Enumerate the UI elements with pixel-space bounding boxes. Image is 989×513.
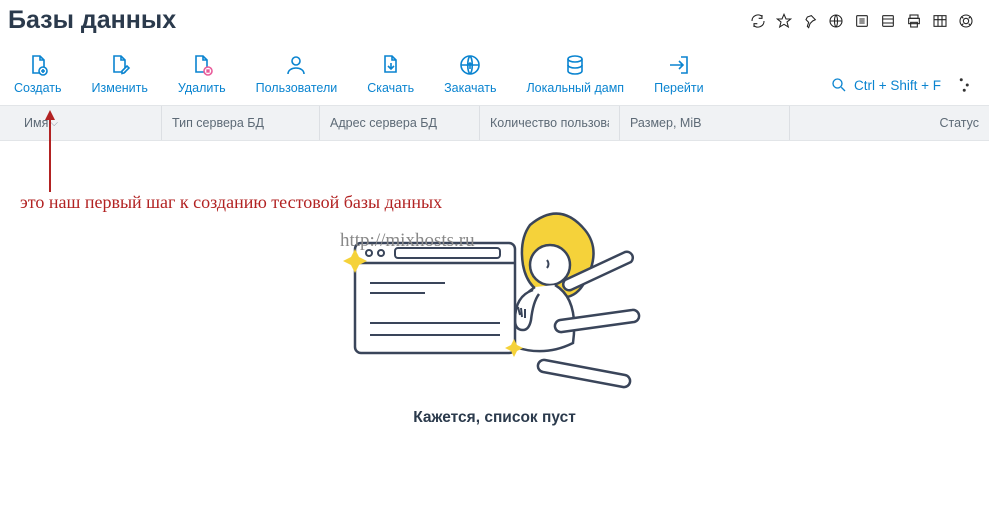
table-header: Имя ⌵ Тип сервера БД Адрес сервера БД Ко…	[0, 105, 989, 141]
toolbar: Создать Изменить Удалить Пользователи Ск	[0, 45, 989, 105]
filter-button[interactable]	[955, 75, 975, 95]
list2-icon[interactable]	[879, 12, 897, 30]
action-label: Локальный дамп	[526, 81, 624, 95]
toolbar-actions: Создать Изменить Удалить Пользователи Ск	[14, 53, 704, 95]
upload-button[interactable]: Закачать	[444, 53, 496, 95]
column-size[interactable]: Размер, MiB	[620, 106, 790, 140]
list1-icon[interactable]	[853, 12, 871, 30]
filter-icon	[956, 76, 974, 94]
download-icon	[379, 53, 403, 77]
star-icon[interactable]	[775, 12, 793, 30]
annotation-text: это наш первый шаг к созданию тестовой б…	[20, 192, 442, 213]
column-type[interactable]: Тип сервера БД	[162, 106, 320, 140]
delete-icon	[190, 53, 214, 77]
goto-button[interactable]: Перейти	[654, 53, 704, 95]
page-header: Базы данных	[0, 0, 989, 45]
toolbar-right: Ctrl + Shift + F	[830, 75, 975, 95]
search-shortcut[interactable]: Ctrl + Shift + F	[830, 76, 941, 94]
create-icon	[26, 53, 50, 77]
action-label: Скачать	[367, 81, 414, 95]
empty-state: Кажется, список пуст	[0, 195, 989, 427]
action-label: Создать	[14, 81, 62, 95]
print-icon[interactable]	[905, 12, 923, 30]
page-title: Базы данных	[8, 6, 176, 35]
globe-icon[interactable]	[827, 12, 845, 30]
column-users[interactable]: Количество пользователей	[480, 106, 620, 140]
users-icon	[284, 53, 308, 77]
empty-caption: Кажется, список пуст	[413, 409, 576, 427]
edit-icon	[108, 53, 132, 77]
localdump-icon	[563, 53, 587, 77]
chevron-down-icon: ⌵	[50, 118, 58, 129]
pin-icon[interactable]	[801, 12, 819, 30]
refresh-icon[interactable]	[749, 12, 767, 30]
column-status[interactable]: Статус	[790, 106, 989, 140]
action-label: Перейти	[654, 81, 704, 95]
action-label: Удалить	[178, 81, 226, 95]
action-label: Пользователи	[256, 81, 338, 95]
column-addr[interactable]: Адрес сервера БД	[320, 106, 480, 140]
upload-icon	[458, 53, 482, 77]
edit-button[interactable]: Изменить	[92, 53, 148, 95]
help-icon[interactable]	[957, 12, 975, 30]
create-button[interactable]: Создать	[14, 53, 62, 95]
users-button[interactable]: Пользователи	[256, 53, 338, 95]
empty-illustration	[315, 195, 675, 395]
action-label: Закачать	[444, 81, 496, 95]
localdump-button[interactable]: Локальный дамп	[526, 53, 624, 95]
action-label: Изменить	[92, 81, 148, 95]
search-icon	[830, 76, 848, 94]
delete-button[interactable]: Удалить	[178, 53, 226, 95]
watermark: http://mixhosts.ru	[340, 230, 475, 252]
header-icon-bar	[749, 12, 975, 30]
column-name[interactable]: Имя ⌵	[0, 106, 162, 140]
goto-icon	[667, 53, 691, 77]
download-button[interactable]: Скачать	[367, 53, 414, 95]
search-hint-text: Ctrl + Shift + F	[854, 78, 941, 93]
table-icon[interactable]	[931, 12, 949, 30]
